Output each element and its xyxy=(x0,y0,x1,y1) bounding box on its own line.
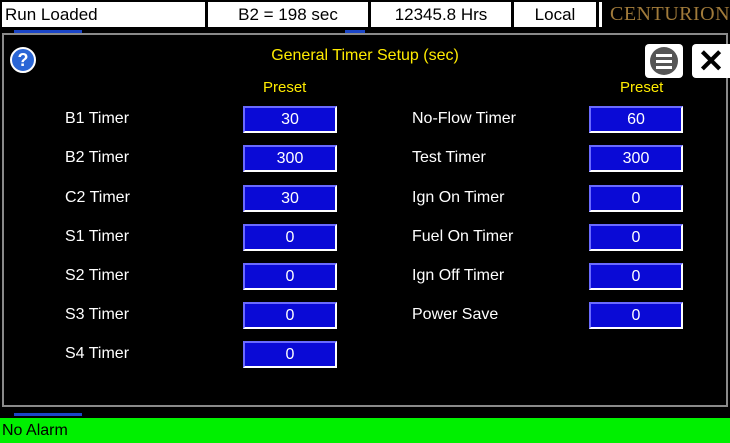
timer-label-no-flow: No-Flow Timer xyxy=(412,110,517,127)
timer-input-no-flow[interactable]: 60 xyxy=(589,106,683,133)
control-mode: Local xyxy=(514,2,596,27)
alarm-status-bar[interactable]: No Alarm xyxy=(0,418,730,443)
timer-input-c2[interactable]: 30 xyxy=(243,185,337,212)
timer-input-ign-on[interactable]: 0 xyxy=(589,185,683,212)
timer-input-s2[interactable]: 0 xyxy=(243,263,337,290)
timer-input-s4[interactable]: 0 xyxy=(243,341,337,368)
brand-logo: CENTURION xyxy=(599,2,730,27)
timer-label-fuel-on: Fuel On Timer xyxy=(412,228,514,245)
run-hours: 12345.8 Hrs xyxy=(371,2,511,27)
timer-input-b1[interactable]: 30 xyxy=(243,106,337,133)
timer-label-ign-on: Ign On Timer xyxy=(412,189,505,206)
run-state: Run Loaded xyxy=(2,2,205,27)
timer-label-ign-off: Ign Off Timer xyxy=(412,267,505,284)
timer-input-fuel-on[interactable]: 0 xyxy=(589,224,683,251)
timer-label-s4: S4 Timer xyxy=(65,345,130,362)
timer-input-s3[interactable]: 0 xyxy=(243,302,337,329)
alarm-marker xyxy=(14,413,82,416)
timer-label-b1: B1 Timer xyxy=(65,110,130,127)
timer-input-s1[interactable]: 0 xyxy=(243,224,337,251)
timer-input-power-save[interactable]: 0 xyxy=(589,302,683,329)
timer-label-b2: B2 Timer xyxy=(65,149,130,166)
timer-label-c2: C2 Timer xyxy=(65,189,130,206)
timer-label-s1: S1 Timer xyxy=(65,228,130,245)
timer-input-ign-off[interactable]: 0 xyxy=(589,263,683,290)
timer-input-b2[interactable]: 300 xyxy=(243,145,337,172)
menu-button[interactable] xyxy=(645,44,683,78)
page-title: General Timer Setup (sec) xyxy=(271,47,459,64)
timer-label-power-save: Power Save xyxy=(412,306,499,323)
timer-label-test: Test Timer xyxy=(412,149,486,166)
right-preset-header: Preset xyxy=(620,79,664,96)
help-icon[interactable]: ? xyxy=(10,47,36,73)
status-bar: Run Loaded B2 = 198 sec 12345.8 Hrs Loca… xyxy=(0,0,730,30)
close-icon[interactable]: ✕ xyxy=(692,44,730,78)
timer-label-s3: S3 Timer xyxy=(65,306,130,323)
timer-label-s2: S2 Timer xyxy=(65,267,130,284)
left-preset-header: Preset xyxy=(263,79,307,96)
active-timer-readout: B2 = 198 sec xyxy=(208,2,368,27)
timer-input-test[interactable]: 300 xyxy=(589,145,683,172)
